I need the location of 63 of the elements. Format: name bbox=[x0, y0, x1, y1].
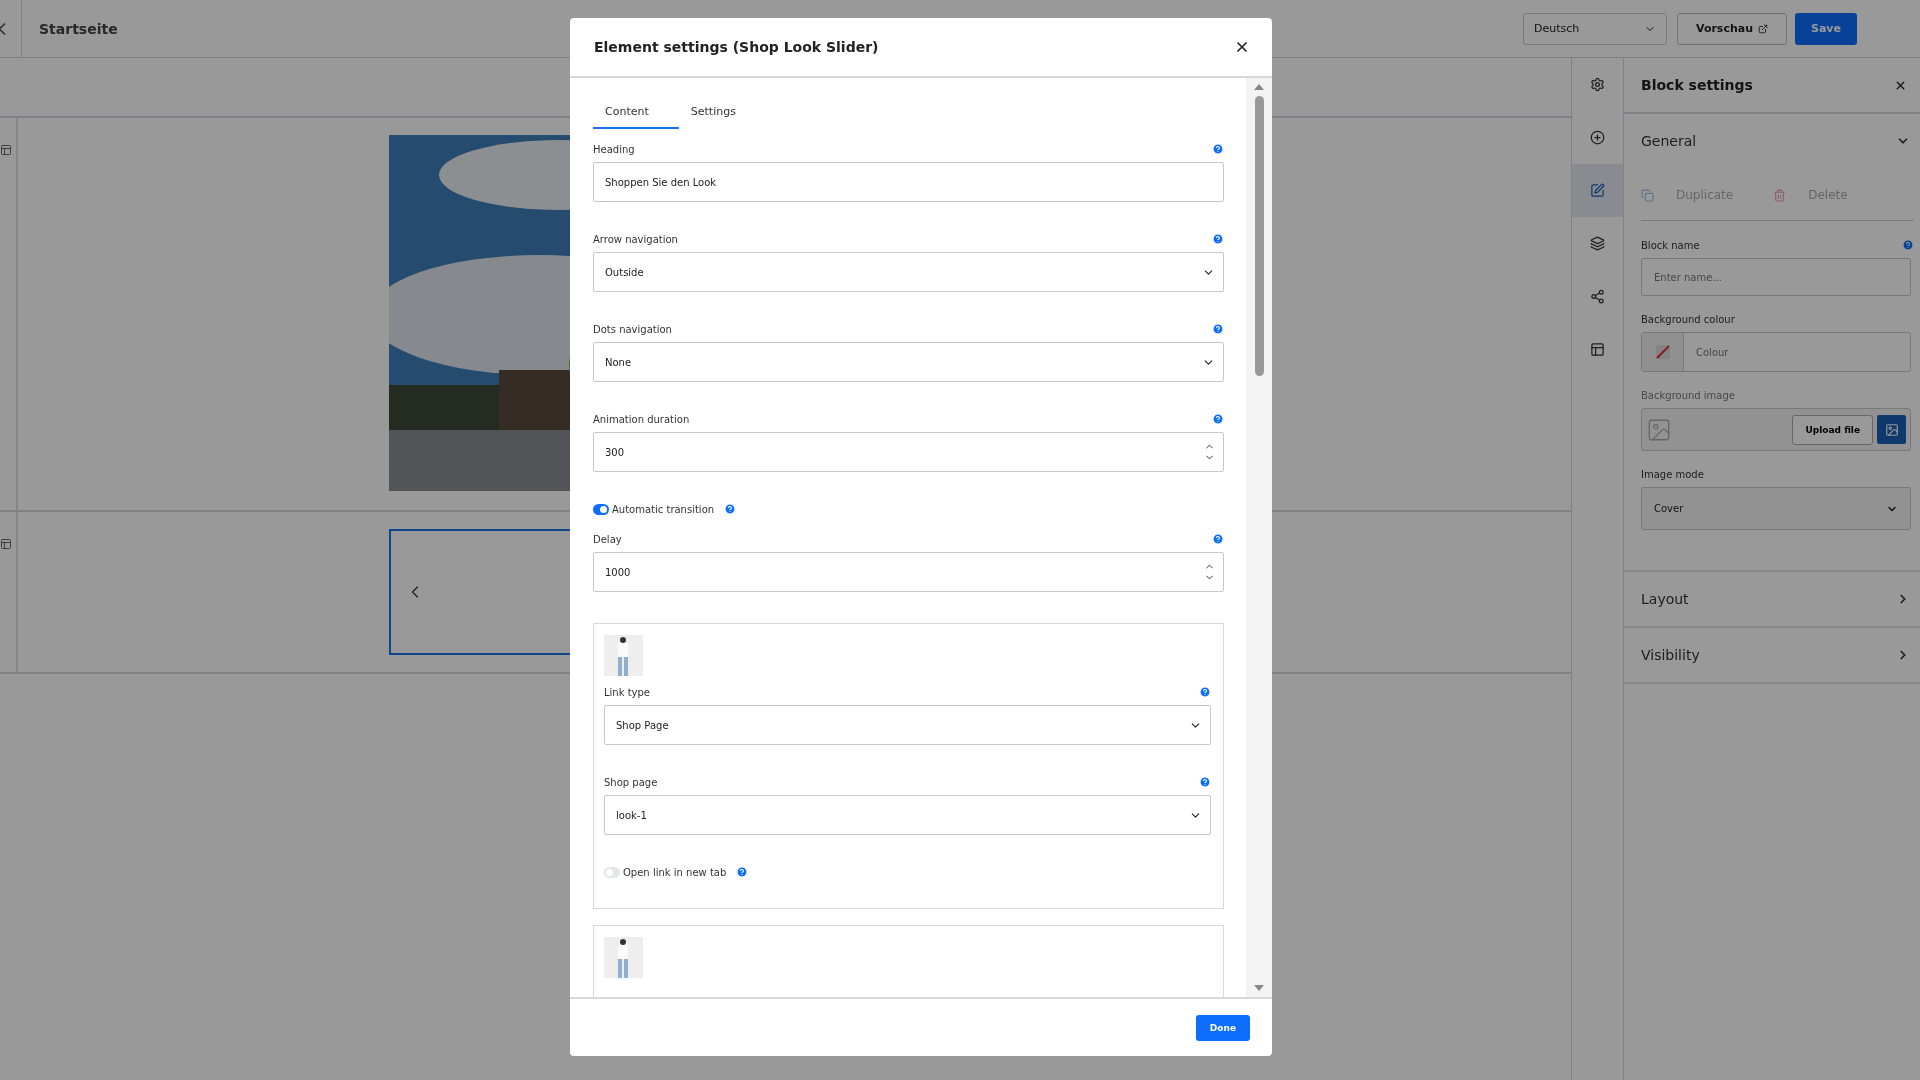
toggle-label: Automatic transition bbox=[612, 503, 715, 515]
field-label: Background colour bbox=[1641, 314, 1735, 325]
toggle-label: Open link in new tab bbox=[623, 866, 727, 878]
dialog-title: Element settings (Shop Look Slider) bbox=[594, 39, 879, 55]
scrollbar[interactable] bbox=[1246, 78, 1272, 997]
field-label: Link type bbox=[604, 686, 650, 698]
toggle-switch[interactable] bbox=[604, 866, 620, 878]
info-icon[interactable] bbox=[736, 866, 749, 878]
colour-input[interactable]: Colour bbox=[1684, 333, 1910, 371]
text-field[interactable]: Shoppen Sie den Look bbox=[593, 162, 1224, 202]
image-field[interactable]: Upload file bbox=[1641, 408, 1911, 451]
image-icon bbox=[1884, 422, 1899, 437]
select-field[interactable]: look-1 bbox=[604, 795, 1211, 835]
toggle-switch[interactable] bbox=[593, 503, 609, 515]
panel-title: Block settings bbox=[1641, 77, 1753, 93]
colour-field[interactable]: Colour bbox=[1641, 332, 1911, 372]
preview-button[interactable]: Vorschau bbox=[1676, 12, 1787, 45]
trash-icon bbox=[1773, 188, 1787, 202]
select-field[interactable]: Outside bbox=[593, 252, 1224, 292]
info-icon[interactable] bbox=[1212, 413, 1224, 425]
page-title: Startseite bbox=[39, 20, 119, 37]
scroll-down-icon[interactable] bbox=[1254, 985, 1264, 991]
field-label: Animation duration bbox=[593, 413, 690, 425]
done-button[interactable]: Done bbox=[1195, 1014, 1250, 1041]
field-label: Arrow navigation bbox=[593, 233, 678, 245]
copy-icon bbox=[1641, 188, 1654, 202]
language-select[interactable]: Deutsch bbox=[1522, 12, 1667, 45]
upload-button[interactable]: Upload file bbox=[1792, 414, 1873, 445]
info-icon[interactable] bbox=[1199, 776, 1211, 788]
close-icon[interactable] bbox=[1234, 39, 1250, 55]
info-icon[interactable] bbox=[1902, 239, 1914, 251]
scroll-up-icon[interactable] bbox=[1254, 84, 1264, 90]
field-label: Image mode bbox=[1641, 469, 1704, 480]
select-field[interactable]: Cover bbox=[1641, 487, 1911, 530]
info-icon[interactable] bbox=[724, 503, 737, 515]
select-field[interactable]: Shop Page bbox=[604, 705, 1211, 745]
media-button[interactable] bbox=[1877, 415, 1906, 444]
select-field[interactable]: None bbox=[593, 342, 1224, 382]
number-field[interactable]: 1000 bbox=[593, 552, 1224, 592]
field-label: Block name bbox=[1641, 239, 1700, 251]
info-icon[interactable] bbox=[1212, 323, 1224, 335]
tab[interactable]: Settings bbox=[678, 98, 748, 129]
info-icon[interactable] bbox=[1212, 233, 1224, 245]
field-label: Shop page bbox=[604, 776, 658, 788]
edit-icon[interactable] bbox=[1572, 164, 1623, 217]
section-header[interactable]: General bbox=[1624, 114, 1920, 168]
tab[interactable]: Content bbox=[593, 98, 679, 129]
info-icon[interactable] bbox=[1212, 533, 1224, 545]
no-colour-icon[interactable] bbox=[1654, 344, 1671, 360]
block-icon[interactable] bbox=[0, 144, 12, 156]
block-icon[interactable] bbox=[0, 538, 12, 550]
field-label: Delay bbox=[593, 533, 622, 545]
section-header[interactable]: Layout bbox=[1624, 572, 1920, 626]
text-field[interactable]: Enter name... bbox=[1641, 258, 1911, 296]
field-label: Dots navigation bbox=[593, 323, 672, 335]
scroll-thumb[interactable] bbox=[1254, 96, 1264, 376]
field-label: Background image bbox=[1641, 390, 1735, 401]
number-field[interactable]: 300 bbox=[593, 432, 1224, 472]
field-label: Heading bbox=[593, 143, 635, 155]
section-header[interactable]: Visibility bbox=[1624, 628, 1920, 682]
external-link-icon bbox=[1758, 23, 1768, 34]
info-icon[interactable] bbox=[1199, 686, 1211, 698]
info-icon[interactable] bbox=[1212, 143, 1224, 155]
